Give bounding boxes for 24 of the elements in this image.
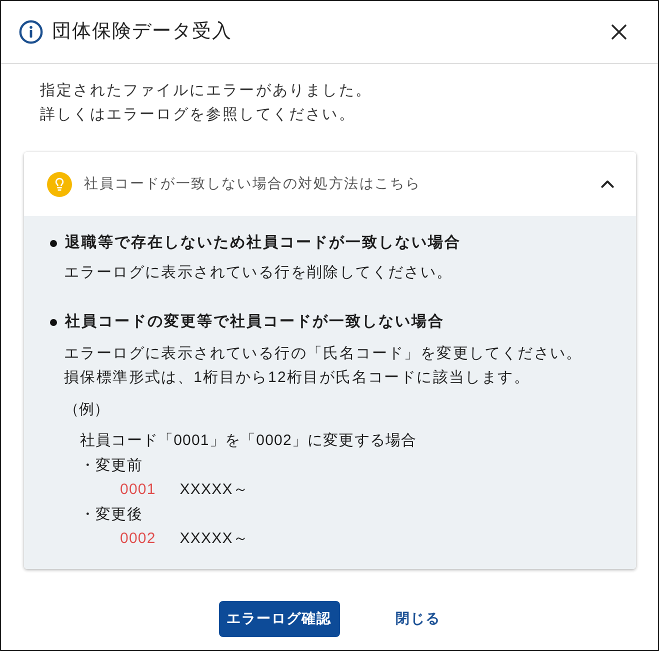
bullet-icon [50,318,57,326]
value-text: XXXXX～ [180,529,248,549]
section-heading: 社員コードの変更等で社員コードが一致しない場合 [65,312,444,332]
lightbulb-icon [47,172,72,196]
instruction-text: エラーログに表示されている行を削除してください。 [64,263,453,283]
value-text: XXXXX～ [180,480,248,500]
close-text-button[interactable]: 閉じる [386,600,450,636]
code-text: 0002 [120,529,156,549]
dialog-title: 団体保険データ受入 [52,20,232,44]
bullet-icon [50,240,57,246]
code-text: 0001 [120,480,156,500]
accordion-header[interactable]: 社員コードが一致しない場合の対処方法はこちら [24,152,636,216]
message-text: 指定されたファイルにエラーがありました。 [40,81,372,101]
close-icon [611,24,627,40]
case-label: ・変更前 [80,456,142,476]
instruction-text: エラーログに表示されている行の「氏名コード」を変更してください。 [64,344,582,364]
info-icon [19,20,43,44]
example-text: 社員コード「0001」を「0002」に変更する場合 [80,431,417,451]
case-label: ・変更後 [80,504,142,524]
instruction-text: 損保標準形式は、1桁目から12桁目が氏名コードに該当します。 [64,368,530,388]
example-label: （例） [64,400,109,420]
error-log-button[interactable]: エラーログ確認 [218,600,340,636]
section-heading: 退職等で存在しないため社員コードが一致しない場合 [65,233,461,253]
message-text: 詳しくはエラーログを参照してください。 [40,105,356,125]
